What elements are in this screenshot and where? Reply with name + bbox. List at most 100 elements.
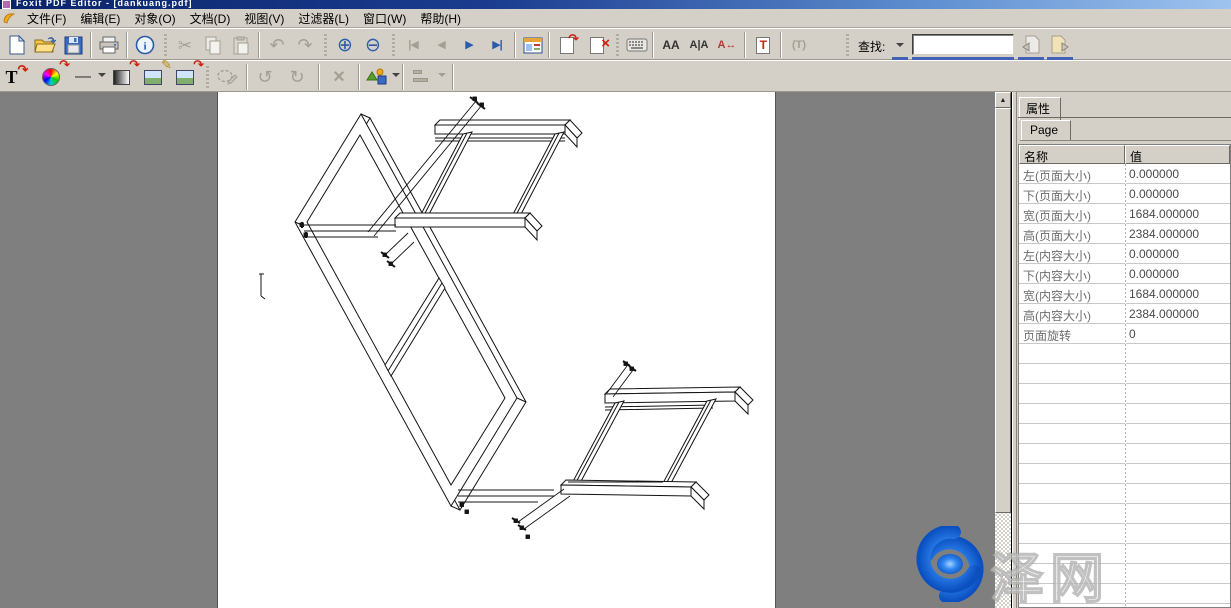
menu-view[interactable]: 视图(V) (237, 8, 291, 29)
menu-object[interactable]: 对象(O) (127, 8, 182, 29)
gradient-icon (113, 70, 130, 85)
menu-window[interactable]: 窗口(W) (356, 8, 413, 29)
property-name: 宽(页面大小) (1023, 207, 1091, 224)
frame-large (295, 114, 526, 510)
menu-filter[interactable]: 过滤器(L) (291, 8, 356, 29)
column-header-value[interactable]: 值 (1125, 145, 1230, 164)
toolbar-grip[interactable] (846, 34, 849, 56)
toolbar-grip[interactable] (164, 34, 167, 56)
separator (318, 64, 320, 90)
menu-document[interactable]: 文档(D) (183, 8, 238, 29)
delete-object-button[interactable]: × (326, 64, 352, 90)
separator (514, 32, 516, 58)
t-glyph: T (6, 68, 18, 86)
property-value[interactable]: 0.000000 (1129, 167, 1179, 181)
property-value[interactable]: 0 (1129, 327, 1136, 341)
pdf-page[interactable] (217, 92, 776, 608)
delete-page-button[interactable]: × (584, 32, 610, 58)
find-previous-button[interactable] (1018, 32, 1044, 58)
property-value[interactable]: 0.000000 (1129, 267, 1179, 281)
last-page-button[interactable]: ▶| (484, 32, 510, 58)
undo-button[interactable]: ↶ (264, 32, 290, 58)
page-layout-button[interactable] (520, 32, 546, 58)
keyboard-button[interactable] (624, 32, 650, 58)
edit-image-button[interactable]: ✎ (140, 64, 166, 90)
info-button[interactable]: i (132, 32, 158, 58)
add-text-button[interactable]: T↷ (4, 64, 30, 90)
redo-button[interactable]: ↷ (292, 32, 318, 58)
scroll-up-button[interactable]: ▲ (995, 92, 1011, 108)
app-icon (2, 0, 11, 9)
line-style-dropdown[interactable] (98, 73, 106, 77)
rotate-object-right-button[interactable]: ↻ (284, 64, 310, 90)
align-objects-dropdown[interactable] (438, 73, 446, 77)
next-page-button[interactable]: ▶ (456, 32, 482, 58)
menu-file[interactable]: 文件(F) (20, 8, 73, 29)
property-value[interactable]: 2384.000000 (1129, 307, 1199, 321)
font-spacing-button[interactable]: A↔ (714, 32, 740, 58)
open-file-button[interactable] (32, 32, 58, 58)
separator (246, 64, 248, 90)
insert-shape-button[interactable] (364, 64, 390, 90)
cut-button[interactable]: ✂ (172, 32, 198, 58)
frame-bottom-right (561, 387, 753, 509)
insert-shape-dropdown[interactable] (392, 73, 400, 77)
document-canvas[interactable] (0, 92, 995, 608)
property-name: 下(页面大小) (1023, 187, 1091, 204)
property-value[interactable]: 2384.000000 (1129, 227, 1199, 241)
prev-page-button[interactable]: ◀ (428, 32, 454, 58)
rotate-object-left-button[interactable]: ↺ (252, 64, 278, 90)
find-input[interactable] (912, 34, 1014, 55)
add-text-object-button[interactable]: T (750, 32, 776, 58)
zoom-out-button[interactable]: ⊖ (360, 32, 386, 58)
find-options-dropdown[interactable] (892, 32, 908, 58)
column-header-name[interactable]: 名称 (1019, 145, 1125, 164)
property-row[interactable]: 左(页面大小) 0.000000 (1019, 164, 1230, 184)
property-value[interactable]: 0.000000 (1129, 247, 1179, 261)
scrollbar-thumb[interactable] (995, 108, 1011, 513)
font-kerning-button[interactable]: A|A (686, 32, 712, 58)
document-icon[interactable] (2, 11, 16, 25)
red-t-icon: T (760, 39, 767, 51)
zoom-in-button[interactable]: ⊕ (332, 32, 358, 58)
property-value[interactable]: 0.000000 (1129, 187, 1179, 201)
property-row[interactable]: 左(内容大小) 0.000000 (1019, 244, 1230, 264)
property-row[interactable]: 下(内容大小) 0.000000 (1019, 264, 1230, 284)
menu-bar: 文件(F) 编辑(E) 对象(O) 文档(D) 视图(V) 过滤器(L) 窗口(… (0, 9, 1231, 28)
menu-edit[interactable]: 编辑(E) (73, 8, 127, 29)
rotate-page-button[interactable]: ↷ (554, 32, 580, 58)
paste-button[interactable] (228, 32, 254, 58)
first-page-button[interactable]: |◀ (400, 32, 426, 58)
add-shading-button[interactable]: ↷ (38, 64, 64, 90)
toolbar-grip[interactable] (324, 34, 327, 56)
property-value[interactable]: 1684.000000 (1129, 207, 1199, 221)
copy-button[interactable] (200, 32, 226, 58)
toolbar-grip[interactable] (206, 66, 209, 88)
font-button[interactable]: AA (658, 32, 684, 58)
tab-page[interactable]: Page (1021, 120, 1071, 141)
save-button[interactable] (60, 32, 86, 58)
property-row[interactable]: 宽(页面大小) 1684.000000 (1019, 204, 1230, 224)
align-objects-button[interactable] (408, 64, 434, 90)
property-row[interactable]: 宽(内容大小) 1684.000000 (1019, 284, 1230, 304)
property-row[interactable]: 下(页面大小) 0.000000 (1019, 184, 1230, 204)
toolbar-grip[interactable] (392, 34, 395, 56)
print-button[interactable] (96, 32, 122, 58)
line-style-button[interactable]: — (70, 64, 96, 90)
new-file-button[interactable] (4, 32, 30, 58)
add-gradient-button[interactable]: ↷ (108, 64, 134, 90)
select-object-button[interactable] (214, 64, 240, 90)
toolbar-grip[interactable] (616, 34, 619, 56)
app-window: Foxit PDF Editor - [dankuang.pdf] 文件(F) … (0, 0, 1231, 608)
text-mode-button[interactable]: (T) (786, 32, 812, 58)
find-next-button[interactable] (1047, 32, 1073, 58)
property-row[interactable]: 高(页面大小) 2384.000000 (1019, 224, 1230, 244)
add-image-button[interactable]: ↷ (172, 64, 198, 90)
panel-splitter[interactable] (1012, 92, 1017, 608)
property-row[interactable]: 高(内容大小) 2384.000000 (1019, 304, 1230, 324)
property-row[interactable]: 页面旋转 0 (1019, 324, 1230, 344)
vertical-scrollbar[interactable]: ▲ (995, 92, 1011, 608)
pencil-icon: ✎ (161, 58, 172, 71)
property-value[interactable]: 1684.000000 (1129, 287, 1199, 301)
menu-help[interactable]: 帮助(H) (413, 8, 468, 29)
